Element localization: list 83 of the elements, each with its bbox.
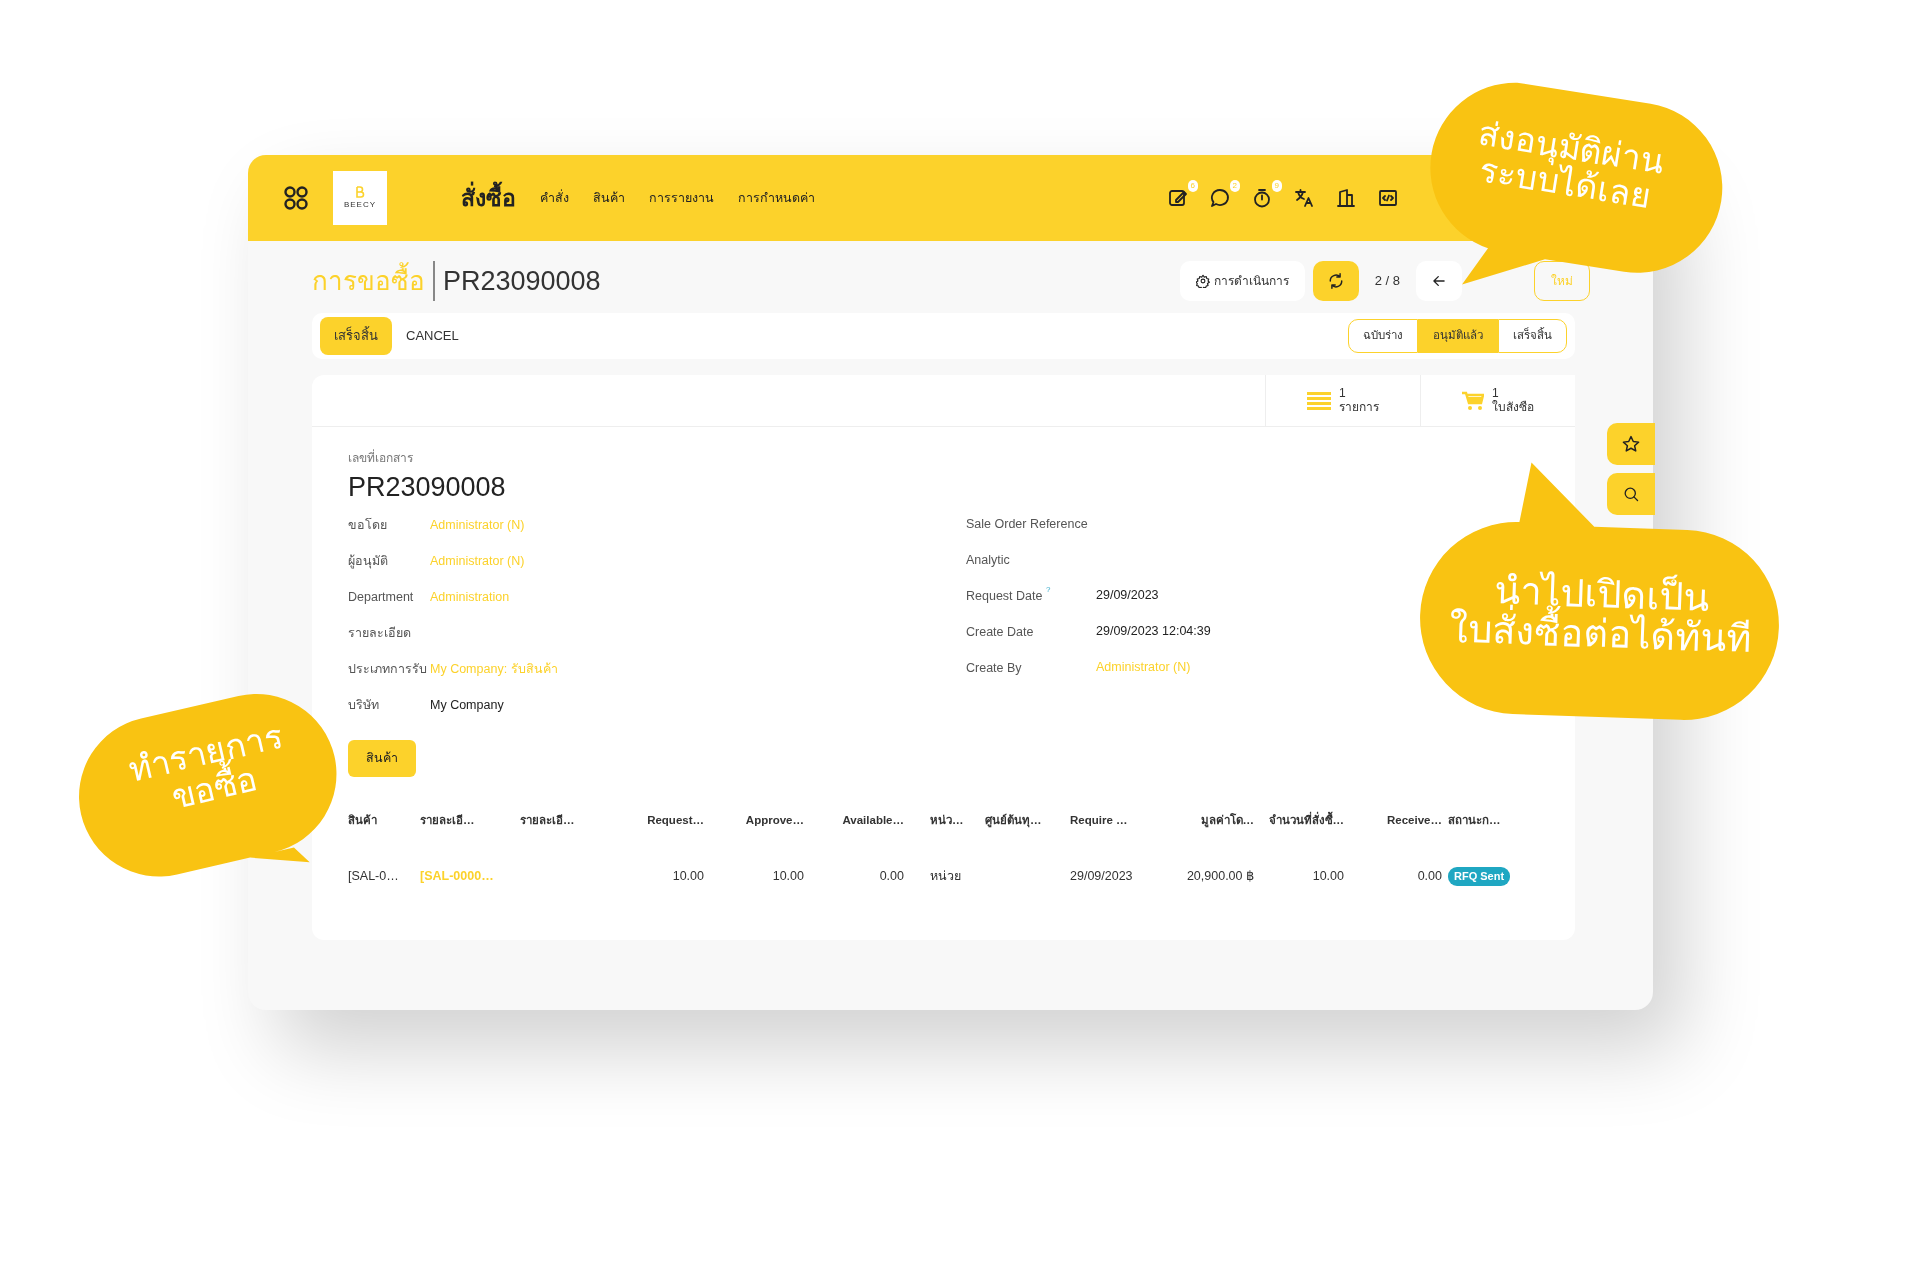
bee-logo-icon (354, 185, 366, 199)
field-label: ผู้อนุมัติ (348, 553, 389, 571)
chat-icon[interactable] (1209, 187, 1231, 209)
count-text: 1 (1339, 387, 1347, 401)
column-header[interactable]: Require … (1070, 792, 1170, 849)
column-header[interactable]: Receive… (1350, 792, 1448, 849)
table-cell-text: 20,900.00 ฿ (1186, 868, 1254, 886)
record-title: PR23090008 (433, 260, 601, 302)
action-button[interactable]: เสร็จสิ้น (320, 317, 392, 355)
field-label: เลขที่เอกสาร (348, 449, 414, 467)
status-stage[interactable]: เสร็จสิ้น (1498, 319, 1567, 353)
field-label: Department (348, 589, 415, 607)
callout-text: นำไปเปิดเป็น ใบสั่งซื้อต่อได้ทันที (1448, 569, 1753, 661)
pager-text: 2 / 8 (1374, 272, 1400, 291)
cart-icon (1462, 390, 1484, 411)
smart-button[interactable]: 1 ใบสังซือ (1420, 375, 1575, 426)
building-icon[interactable] (1335, 187, 1357, 209)
table-cell-text: 10.00 (772, 868, 804, 886)
field-label: Analytic (966, 551, 1011, 569)
stopwatch-icon[interactable] (1251, 187, 1273, 209)
field-value: My Company (430, 697, 504, 715)
left-arrow-icon (1431, 273, 1447, 289)
translate-icon[interactable] (1293, 187, 1315, 209)
refresh-button[interactable] (1312, 261, 1359, 301)
field-label: Sale Order Reference (966, 515, 1089, 533)
field-label: Create Date (966, 623, 1035, 641)
column-header[interactable]: Available… (810, 792, 910, 849)
status-stage[interactable]: ฉบับร่าง (1348, 319, 1418, 353)
count-badge: 2 (1229, 180, 1240, 192)
field-label: Create By (966, 659, 1023, 677)
table-cell-text: หน่วย (930, 868, 961, 886)
field-value: 29/09/2023 (1096, 587, 1159, 605)
column-header[interactable]: สินค้า (348, 792, 420, 849)
column-header[interactable]: รายละเอี… (420, 792, 520, 849)
button-label: ใบสังซือ (1492, 400, 1534, 414)
field-label: Request Date $^{?}$ (966, 585, 1052, 605)
status-stage[interactable]: อนุมัติแล้ว (1418, 319, 1498, 353)
column-header[interactable]: จำนวนที่สั่งซื้… (1260, 792, 1350, 849)
count-badge: 9 (1271, 180, 1282, 192)
menu-item[interactable]: การรายงาน (649, 188, 714, 208)
count-badge: 6 (1187, 180, 1198, 192)
status-badge: RFQ Sent (1448, 867, 1511, 886)
code-icon[interactable] (1377, 187, 1399, 209)
table-cell-text: 29/09/2023 (1070, 868, 1133, 886)
column-header[interactable]: หน่ว… (930, 792, 985, 849)
column-header[interactable]: มูลค่าโด… (1170, 792, 1260, 849)
menu-item[interactable]: สินค้า (593, 188, 625, 208)
action-button[interactable]: การดำเนินการ (1179, 261, 1305, 301)
search-icon (1623, 486, 1639, 502)
star-button[interactable] (1607, 423, 1655, 465)
callout-text: ส่งอนุมัติผ่าน ระบบได้เลย (1474, 115, 1666, 216)
callout-text: ทำรายการ ขอซื้อ (125, 718, 288, 818)
column-header[interactable]: รายละเอี… (520, 792, 620, 849)
field-label: บริษัท (348, 697, 380, 715)
field-label: ประเภทการรับ (348, 661, 428, 679)
note-edit-icon[interactable] (1167, 187, 1189, 209)
app-grid-icon[interactable] (283, 185, 309, 211)
column-header[interactable]: Approve… (710, 792, 810, 849)
search-button[interactable] (1607, 473, 1655, 515)
logo-text: BEECY (343, 199, 377, 211)
menu-item[interactable]: คำสั่ง (540, 188, 569, 208)
document-number: PR23090008 (348, 471, 507, 504)
table-cell-text: [SAL-0… (348, 868, 399, 886)
column-header[interactable]: สถานะก… (1448, 792, 1528, 849)
column-header[interactable]: Request… (620, 792, 710, 849)
list-icon (1307, 390, 1331, 411)
tab[interactable]: สินค้า (348, 739, 416, 777)
button-label: รายการ (1339, 400, 1379, 414)
app-title[interactable]: สั่งซื้อ (461, 180, 516, 216)
previous-button[interactable] (1416, 261, 1462, 301)
table-cell-text: 10.00 (1312, 868, 1344, 886)
settings-icon (1195, 274, 1210, 288)
star-icon (1622, 435, 1640, 453)
action-button[interactable]: CANCEL (392, 317, 473, 355)
field-value: 29/09/2023 12:04:39 (1096, 623, 1211, 641)
menu-item[interactable]: การกำหนดค่า (738, 188, 815, 208)
field-label: ขอโดย (348, 517, 388, 535)
count-text: 1 (1492, 387, 1499, 401)
table-cell-text: 0.00 (879, 868, 904, 886)
table-cell-text: 0.00 (1417, 868, 1442, 886)
table-cell-text: 10.00 (672, 868, 704, 886)
field-label: รายละเอียด (348, 625, 412, 643)
column-header[interactable]: ศูนย์ต้นทุ… (985, 792, 1070, 849)
